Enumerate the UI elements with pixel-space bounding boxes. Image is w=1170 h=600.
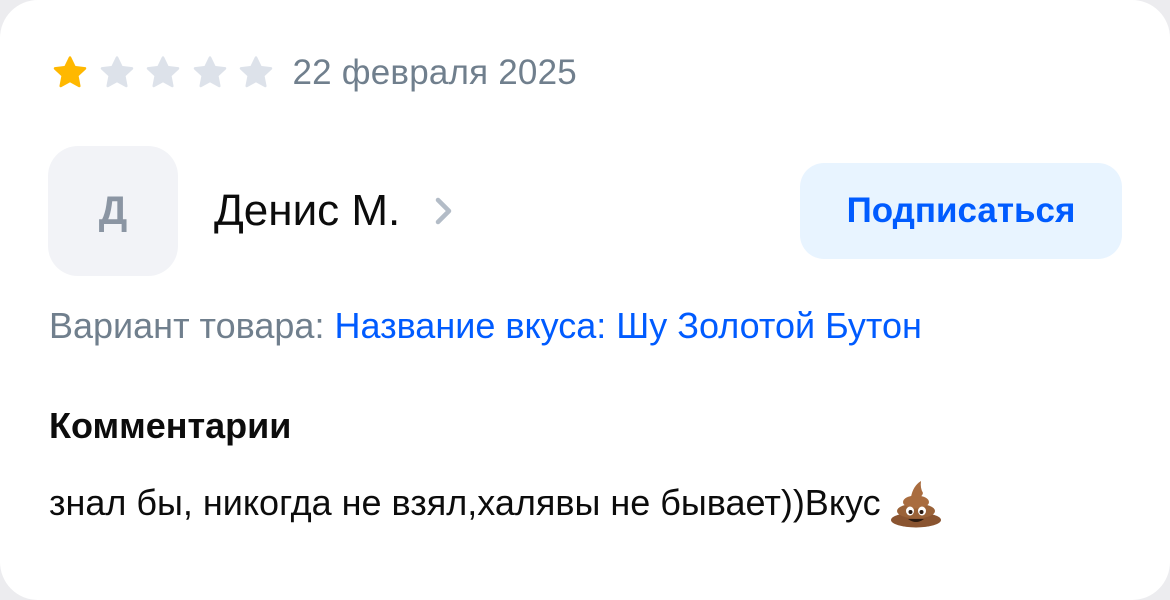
author-profile-link[interactable]: Денис М. [214, 184, 454, 238]
subscribe-button[interactable]: Подписаться [800, 163, 1122, 259]
star-rating [52, 55, 285, 91]
star-filled-icon [53, 56, 87, 88]
comment-body: знал бы, никогда не взял,халявы не бывае… [49, 478, 943, 528]
variant-value-link[interactable]: Название вкуса: Шу Золотой Бутон [334, 305, 921, 346]
author-name: Денис М. [214, 186, 401, 235]
comments-heading: Комментарии [49, 405, 292, 446]
star-empty-icon [100, 56, 133, 88]
rating-row: 22 февраля 2025 [52, 52, 577, 94]
chevron-right-icon [436, 197, 452, 225]
product-variant: Вариант товара: Название вкуса: Шу Золот… [49, 305, 922, 347]
avatar-initial: Д [98, 188, 128, 233]
star-empty-icon [193, 56, 226, 88]
star-empty-icon [146, 56, 180, 88]
variant-label: Вариант товара: [49, 305, 325, 346]
author-row: Д Денис М. Подписаться [48, 146, 1122, 276]
review-card: 22 февраля 2025 Д Денис М. Подписаться В… [0, 0, 1170, 600]
comment-text: знал бы, никогда не взял,халявы не бывае… [49, 482, 881, 523]
avatar[interactable]: Д [48, 146, 178, 276]
review-date: 22 февраля 2025 [292, 53, 577, 92]
pile-of-poo-icon [890, 481, 941, 528]
star-empty-icon [239, 56, 273, 88]
